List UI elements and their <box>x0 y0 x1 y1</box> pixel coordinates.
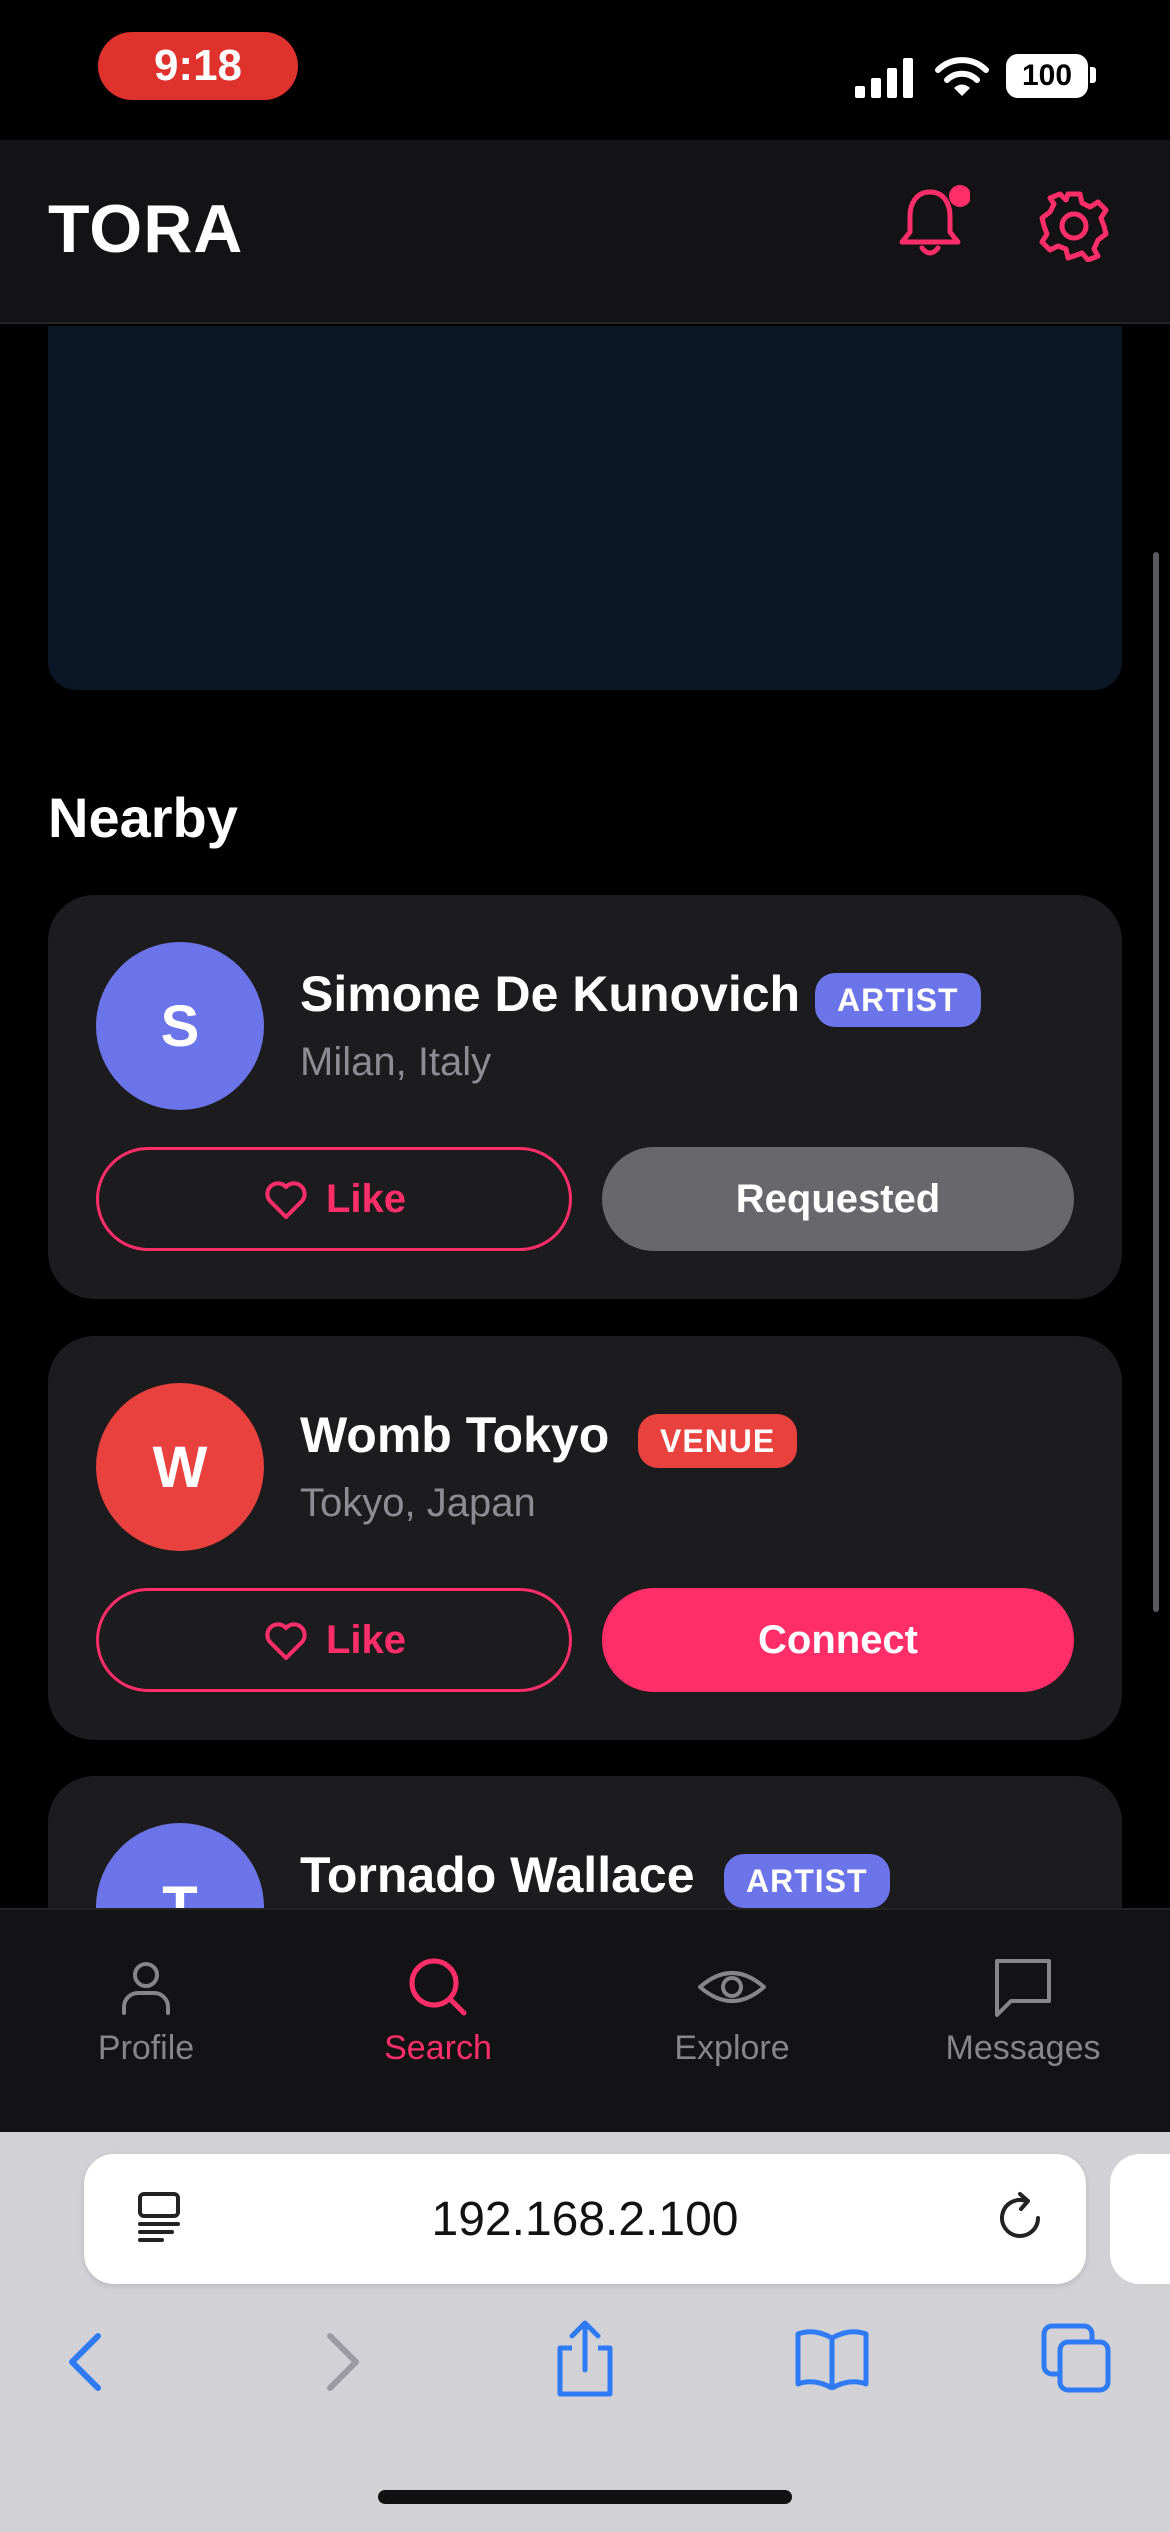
app-logo: TORA <box>48 191 244 267</box>
eye-icon <box>698 1971 766 2003</box>
profile-card: T Tornado Wallace ARTIST <box>48 1776 1122 1908</box>
forward-icon[interactable] <box>316 2330 366 2394</box>
tabs-icon[interactable] <box>1040 2322 1114 2396</box>
back-icon[interactable] <box>62 2330 112 2394</box>
chat-icon <box>995 1959 1051 2017</box>
profile-location: Tokyo, Japan <box>300 1481 536 1525</box>
like-button[interactable]: Like <box>96 1147 572 1251</box>
battery-cap <box>1090 67 1096 83</box>
settings-gear-icon[interactable] <box>1038 190 1110 262</box>
next-tab-preview[interactable] <box>1110 2154 1170 2284</box>
notification-bell-icon[interactable] <box>890 180 970 260</box>
like-label: Like <box>325 1617 407 1662</box>
scrollbar-thumb[interactable] <box>1153 552 1159 1612</box>
home-indicator <box>378 2490 792 2504</box>
like-label: Like <box>325 1176 407 1221</box>
requested-button[interactable]: Requested <box>602 1147 1074 1251</box>
share-icon[interactable] <box>550 2318 620 2398</box>
bookmarks-icon[interactable] <box>792 2326 872 2390</box>
reader-mode-icon[interactable] <box>132 2190 186 2246</box>
heart-icon <box>265 1622 307 1660</box>
wifi-icon <box>935 57 989 96</box>
nav-label: Messages <box>945 2029 1101 2067</box>
heart-icon <box>265 1181 307 1219</box>
section-title-nearby: Nearby <box>48 786 238 849</box>
reload-icon[interactable] <box>990 2188 1050 2248</box>
nav-label: Search <box>384 2029 492 2067</box>
avatar: W <box>96 1383 264 1551</box>
role-badge-artist: ARTIST <box>724 1854 890 1908</box>
profile-name[interactable]: Simone De Kunovich <box>300 965 800 1023</box>
nav-label: Explore <box>674 2029 790 2067</box>
cellular-signal-icon <box>855 58 913 98</box>
nav-item-search[interactable]: Search <box>318 1955 558 2068</box>
nav-label: Profile <box>97 2029 195 2067</box>
nav-item-explore[interactable]: Explore <box>612 1955 852 2068</box>
connect-button[interactable]: Connect <box>602 1588 1074 1692</box>
url-text[interactable]: 192.168.2.100 <box>84 2154 1086 2284</box>
battery-indicator: 100 <box>1006 54 1088 98</box>
role-badge-artist: ARTIST <box>815 973 981 1027</box>
profile-location: Milan, Italy <box>300 1040 492 1084</box>
status-time: 9:18 <box>98 32 298 100</box>
avatar: S <box>96 942 264 1110</box>
profile-name[interactable]: Womb Tokyo <box>300 1406 609 1464</box>
avatar: T <box>96 1823 264 1908</box>
profile-name[interactable]: Tornado Wallace <box>300 1846 695 1904</box>
person-icon <box>122 1962 170 2015</box>
nav-item-messages[interactable]: Messages <box>903 1955 1143 2068</box>
search-icon <box>409 1958 467 2016</box>
like-button[interactable]: Like <box>96 1588 572 1692</box>
role-badge-venue: VENUE <box>638 1414 798 1468</box>
nav-item-profile[interactable]: Profile <box>26 1955 266 2068</box>
featured-banner <box>48 326 1122 690</box>
